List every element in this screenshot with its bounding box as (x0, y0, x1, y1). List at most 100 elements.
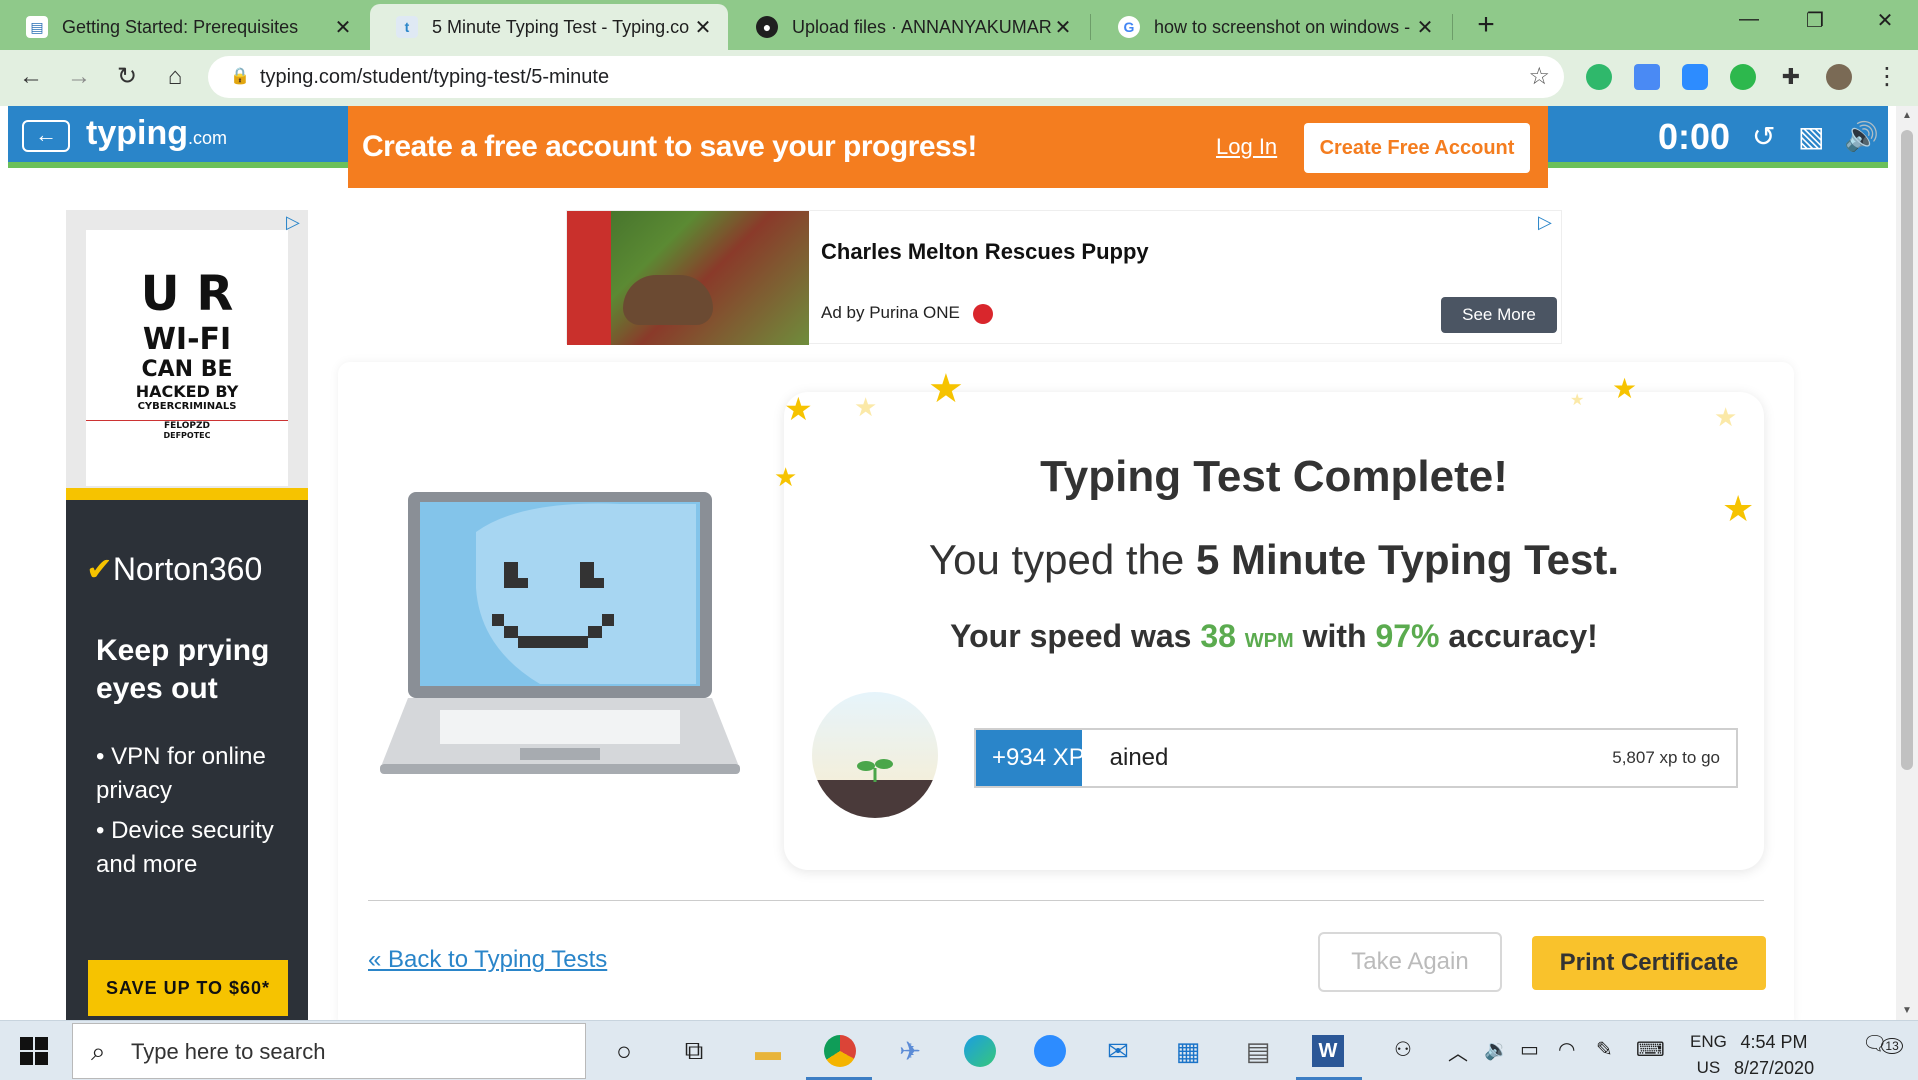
word-icon[interactable]: W (1310, 1033, 1346, 1069)
forward-arrow-icon[interactable]: → (64, 62, 94, 92)
start-tile (35, 1037, 48, 1050)
chrome-icon[interactable] (822, 1033, 858, 1069)
close-tab-icon[interactable]: ✕ (332, 15, 354, 40)
people-icon[interactable]: ⚇ (1394, 1037, 1412, 1062)
close-tab-icon[interactable]: ✕ (1414, 15, 1436, 40)
close-tab-icon[interactable]: ✕ (692, 15, 714, 40)
logo-suffix: .com (187, 128, 227, 148)
ad-cta-button[interactable]: SAVE UP TO $60* (88, 960, 288, 1016)
close-window-button[interactable]: ✕ (1862, 8, 1908, 33)
home-icon[interactable]: ⌂ (160, 62, 190, 92)
clock-time: 4:54 PM (1740, 1032, 1808, 1052)
results-divider (368, 900, 1764, 901)
tab-upload-files[interactable]: ● Upload files · ANNANYAKUMAR/ ✕ (730, 4, 1088, 50)
norton-check-icon: ✔ (86, 551, 113, 587)
chart-line: DEFPOTEC (163, 431, 211, 440)
menu-dots-icon[interactable]: ⋮ (1872, 62, 1902, 92)
login-link[interactable]: Log In (1216, 134, 1277, 160)
ad-headline: Keep prying eyes out (96, 634, 270, 705)
zoom-logo (1034, 1035, 1066, 1067)
cortana-icon[interactable]: ○ (606, 1033, 642, 1069)
mail-icon[interactable]: ✉ (1100, 1033, 1136, 1069)
sprout-icon (857, 759, 893, 782)
purina-logo-icon (972, 303, 993, 324)
wifi-icon[interactable]: ◠ (1558, 1037, 1575, 1062)
pen-icon[interactable]: ✎ (1596, 1037, 1613, 1062)
rocket-app-icon[interactable]: ✈ (892, 1033, 928, 1069)
chart-line: WI-FI (142, 322, 232, 357)
xp-to-go-label: 5,807 xp to go (1612, 748, 1720, 767)
taskbar-clock[interactable]: 4:54 PM 8/27/2020 (1734, 1029, 1814, 1080)
scroll-up-icon[interactable]: ▲ (1896, 110, 1918, 121)
norton-logo: ✔Norton360 (86, 550, 262, 588)
tab-getting-started[interactable]: ▤ Getting Started: Prerequisites ✕ (0, 4, 368, 50)
typing-logo[interactable]: typing.com (86, 114, 227, 153)
profile-avatar[interactable] (1826, 64, 1852, 90)
extensions-puzzle-icon[interactable]: ✚ (1778, 64, 1804, 90)
calculator-icon[interactable]: ▤ (1240, 1033, 1276, 1069)
result-title: Typing Test Complete! (1040, 452, 1508, 501)
minimize-button[interactable]: — (1726, 8, 1772, 31)
lock-icon[interactable]: 🔒 (230, 66, 250, 86)
restore-button[interactable]: ❐ (1792, 8, 1838, 33)
windows-taskbar: ⌕ Type here to search ○ ⧉ ▬ ✈ ✉ ▦ ▤ W ⚇ … (0, 1020, 1918, 1080)
chat-extension-icon[interactable] (1730, 64, 1756, 90)
file-explorer-icon[interactable]: ▬ (750, 1033, 786, 1069)
history-icon[interactable]: ↺ (1752, 120, 1775, 153)
calendar-icon[interactable]: ▦ (1170, 1033, 1206, 1069)
notifications-icon[interactable]: 🗨13 (1862, 1031, 1903, 1056)
top-advertisement[interactable]: Charles Melton Rescues Puppy Ad by Purin… (566, 210, 1562, 345)
ad-bullet: • Device security and more (96, 817, 274, 878)
address-bar[interactable]: 🔒 typing.com/student/typing-test/5-minut… (208, 56, 1564, 98)
ad-product-bag (567, 211, 611, 345)
page-scrollbar[interactable]: ▲ ▼ (1896, 106, 1918, 1020)
taskbar-search-box[interactable]: ⌕ Type here to search (72, 1023, 586, 1079)
bookmark-star-icon[interactable]: ☆ (1528, 62, 1550, 91)
see-more-button[interactable]: See More (1441, 297, 1557, 333)
task-view-icon[interactable]: ⧉ (676, 1033, 712, 1069)
star-icon: ★ (854, 392, 878, 422)
take-again-button[interactable]: Take Again (1318, 932, 1502, 992)
norton-brand: Norton360 (112, 551, 263, 587)
tab-typing-test[interactable]: t 5 Minute Typing Test - Typing.co ✕ (370, 4, 728, 50)
grammarly-extension-icon[interactable] (1586, 64, 1612, 90)
adchoices-icon[interactable]: ▷ (1538, 212, 1552, 233)
scroll-down-icon[interactable]: ▼ (1896, 1005, 1918, 1016)
gitlab-favicon-icon: ▤ (26, 16, 48, 38)
back-arrow-icon[interactable]: ← (16, 62, 46, 92)
result-test-prefix: You typed the (928, 536, 1196, 583)
reload-icon[interactable]: ↻ (112, 62, 142, 92)
show-hidden-icons-icon[interactable]: ︿ (1448, 1037, 1468, 1066)
url-text[interactable]: typing.com/student/typing-test/5-minute (260, 66, 609, 89)
stats-icon[interactable]: ▧ (1798, 120, 1824, 153)
edge-icon[interactable] (962, 1033, 998, 1069)
create-account-button[interactable]: Create Free Account (1304, 123, 1530, 173)
close-tab-icon[interactable]: ✕ (1052, 15, 1074, 40)
language-indicator[interactable]: ENG US (1690, 1029, 1727, 1080)
site-back-button[interactable]: ← (22, 120, 70, 152)
translate-extension-icon[interactable] (1634, 64, 1660, 90)
zoom-icon[interactable] (1032, 1033, 1068, 1069)
left-advertisement[interactable]: U R WI-FI CAN BE HACKED BY CYBERCRIMINAL… (66, 210, 308, 1020)
adchoices-icon[interactable]: ▷ (286, 212, 300, 233)
start-tile (35, 1052, 48, 1065)
zoom-extension-icon[interactable] (1682, 64, 1708, 90)
star-icon: ★ (784, 391, 813, 427)
scrollbar-thumb[interactable] (1901, 130, 1913, 770)
print-certificate-button[interactable]: Print Certificate (1532, 936, 1766, 990)
tab-separator (1090, 14, 1091, 40)
start-tile (20, 1052, 33, 1065)
keyboard-icon[interactable]: ⌨ (1636, 1037, 1665, 1062)
new-tab-button[interactable]: + (1466, 8, 1506, 42)
sound-icon[interactable]: 🔊 (1844, 120, 1879, 153)
ad-bullet: • VPN for online privacy (96, 743, 266, 804)
tab-google-search[interactable]: G how to screenshot on windows - ✕ (1092, 4, 1450, 50)
battery-icon[interactable]: ▭ (1520, 1037, 1539, 1062)
chart-line: FELOPZD (86, 420, 288, 431)
volume-icon[interactable]: 🔉 (1484, 1037, 1509, 1062)
xp-progress-bar: +934 XP Gained 5,807 xp to go (974, 728, 1738, 788)
windows-start-icon[interactable] (20, 1037, 48, 1065)
ad-title[interactable]: Charles Melton Rescues Puppy (821, 239, 1149, 265)
back-to-tests-link[interactable]: « Back to Typing Tests (368, 946, 607, 974)
browser-tab-strip: ▤ Getting Started: Prerequisites ✕ t 5 M… (0, 0, 1918, 50)
